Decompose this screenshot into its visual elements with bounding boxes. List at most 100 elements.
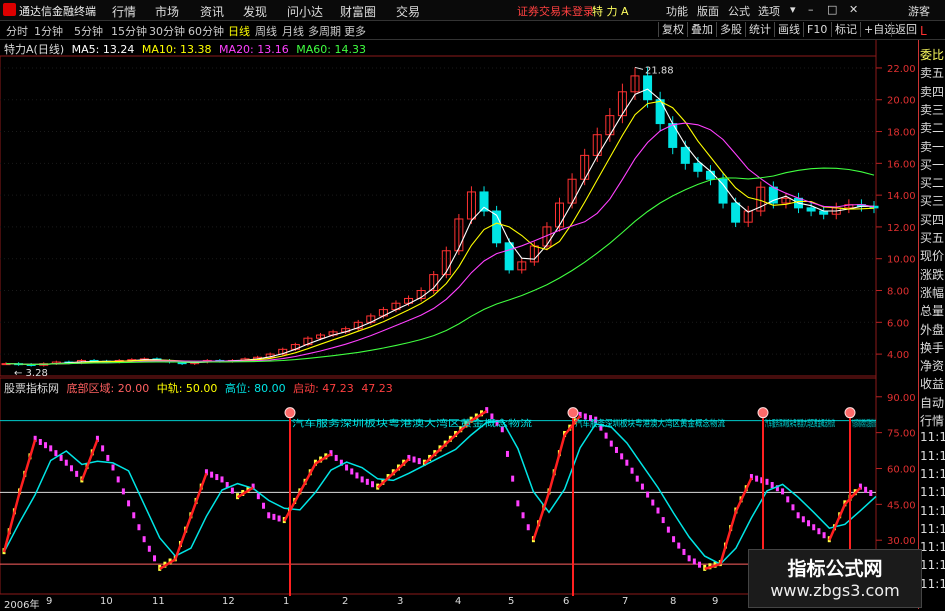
side-label[interactable]: 11:1 bbox=[920, 430, 945, 444]
side-label[interactable]: 净资 bbox=[920, 357, 945, 374]
close-icon[interactable]: ✕ bbox=[849, 3, 858, 16]
indicator-bar bbox=[661, 517, 665, 524]
side-label[interactable]: 涨幅 bbox=[920, 284, 945, 301]
indicator-bar bbox=[215, 474, 219, 481]
indicator-bar bbox=[417, 458, 421, 465]
indicator-bar bbox=[365, 478, 369, 485]
indicator-legend: 股票指标网 底部区域: 20.00 中轨: 50.00 高位: 80.00 启动… bbox=[4, 380, 397, 396]
indicator-bar bbox=[54, 450, 58, 457]
side-label[interactable]: 买三 bbox=[920, 192, 945, 209]
indicator-bar bbox=[75, 470, 79, 477]
side-label[interactable]: 卖三 bbox=[920, 101, 945, 118]
side-label[interactable]: 换手 bbox=[920, 339, 945, 356]
date-tick-label: 3 bbox=[397, 596, 404, 607]
side-label[interactable]: 卖四 bbox=[920, 83, 945, 100]
price-tick-label: 12.00 bbox=[887, 223, 916, 234]
menu-item-market[interactable]: 行情 bbox=[112, 3, 136, 20]
side-label[interactable]: 11:1 bbox=[920, 522, 945, 536]
watermark: 指标公式网 www.zbgs3.com bbox=[748, 549, 922, 608]
indicator-name[interactable]: 股票指标网 bbox=[4, 382, 59, 395]
period-15min[interactable]: 15分钟 bbox=[111, 23, 147, 39]
candle-body bbox=[693, 162, 703, 172]
side-label[interactable]: 11:1 bbox=[920, 449, 945, 463]
side-label[interactable]: 外盘 bbox=[920, 321, 945, 338]
side-label[interactable]: 买一 bbox=[920, 156, 945, 173]
side-label[interactable]: 收益 bbox=[920, 375, 945, 392]
menu-options[interactable]: 选项 bbox=[758, 3, 780, 19]
stock-period-label: 特力A(日线) bbox=[4, 43, 65, 56]
indicator-bar bbox=[765, 478, 769, 485]
candle-body bbox=[680, 146, 690, 164]
concept-label: 汽车服务深圳板块粤港澳大湾区黄金概念物流 bbox=[575, 418, 725, 430]
date-tick-label: 7 bbox=[622, 596, 629, 607]
toolbar-mark[interactable]: 标记 bbox=[831, 22, 860, 37]
indicator-bar bbox=[630, 467, 634, 474]
period-30min[interactable]: 30分钟 bbox=[149, 23, 185, 39]
low-price-annotation: ← 3.28 bbox=[14, 368, 48, 379]
toolbar-back[interactable]: 返回 bbox=[891, 22, 920, 37]
candle-body bbox=[705, 170, 715, 180]
chart-area[interactable]: 22.00 20.00 18.00 16.00 14.00 12.00 10.00 8.00 6… bbox=[0, 40, 918, 596]
side-label[interactable]: 11:1 bbox=[920, 485, 945, 499]
menu-item-ask[interactable]: 问小达 bbox=[287, 3, 323, 20]
menu-item-wealth[interactable]: 财富圈 bbox=[340, 3, 376, 20]
maximize-icon[interactable]: □ bbox=[827, 3, 837, 16]
menu-item-exchange[interactable]: 市场 bbox=[155, 3, 179, 20]
side-label[interactable]: 自动 bbox=[920, 394, 945, 411]
menu-item-trade[interactable]: 交易 bbox=[396, 3, 420, 20]
side-label[interactable]: 买四 bbox=[920, 211, 945, 228]
toolbar-f10[interactable]: F10 bbox=[803, 22, 830, 37]
menu-item-news[interactable]: 资讯 bbox=[200, 3, 224, 20]
side-label[interactable]: 买五 bbox=[920, 229, 945, 246]
indicator-start2: 47.23 bbox=[361, 382, 393, 395]
side-label[interactable]: 11:1 bbox=[920, 577, 945, 591]
ma-legend: 特力A(日线) MA5: 13.24 MA10: 13.38 MA20: 13.… bbox=[4, 41, 370, 56]
toolbar-overlay[interactable]: 叠加 bbox=[687, 22, 716, 37]
toolbar-draw[interactable]: 画线 bbox=[774, 22, 803, 37]
side-label[interactable]: 卖一 bbox=[920, 138, 945, 155]
indicator-bar bbox=[651, 499, 655, 506]
period-weekly[interactable]: 周线 bbox=[255, 23, 277, 39]
indicator-bar bbox=[521, 512, 525, 519]
start-signal-marker bbox=[757, 407, 769, 419]
minimize-icon[interactable]: ▾ bbox=[790, 3, 796, 16]
side-label[interactable]: 行情 bbox=[920, 412, 945, 429]
side-label[interactable]: 卖五 bbox=[920, 64, 945, 81]
side-label[interactable]: 委比 bbox=[920, 46, 945, 63]
restore-icon[interactable]: – bbox=[808, 3, 814, 16]
side-label[interactable]: 11:1 bbox=[920, 558, 945, 572]
period-5min[interactable]: 5分钟 bbox=[74, 23, 103, 39]
side-label[interactable]: 涨跌 bbox=[920, 266, 945, 283]
menu-item-discover[interactable]: 发现 bbox=[243, 3, 267, 20]
period-timeshare[interactable]: 分时 bbox=[6, 23, 28, 39]
login-notice[interactable]: 证券交易未登录 bbox=[517, 3, 594, 19]
period-60min[interactable]: 60分钟 bbox=[188, 23, 224, 39]
indicator-bar bbox=[64, 459, 68, 466]
side-label[interactable]: 现价 bbox=[920, 247, 945, 264]
menu-layout[interactable]: 版面 bbox=[697, 3, 719, 19]
menu-function[interactable]: 功能 bbox=[666, 3, 688, 19]
guest-label[interactable]: 游客 bbox=[908, 3, 930, 19]
toolbar-adjust[interactable]: 复权 bbox=[658, 22, 687, 37]
side-label[interactable]: 总量 bbox=[920, 302, 945, 319]
toolbar-stats[interactable]: 统计 bbox=[745, 22, 774, 37]
indicator-bar bbox=[121, 488, 125, 495]
side-label[interactable]: 11:1 bbox=[920, 540, 945, 554]
period-monthly[interactable]: 月线 bbox=[282, 23, 304, 39]
menu-formula[interactable]: 公式 bbox=[728, 3, 750, 19]
indicator-bar bbox=[822, 532, 826, 539]
period-more[interactable]: 更多 bbox=[344, 23, 366, 39]
period-daily[interactable]: 日线 bbox=[228, 23, 250, 39]
toolbar-multi-stock[interactable]: 多股 bbox=[716, 22, 745, 37]
side-label[interactable]: 11:1 bbox=[920, 504, 945, 518]
date-tick-label: 6 bbox=[563, 596, 570, 607]
period-multi[interactable]: 多周期 bbox=[308, 23, 341, 39]
side-label[interactable]: 卖二 bbox=[920, 119, 945, 136]
period-1min[interactable]: 1分钟 bbox=[34, 23, 63, 39]
price-tick-label: 22.00 bbox=[887, 64, 916, 75]
start-signal-marker bbox=[284, 407, 296, 419]
indicator-bar bbox=[609, 440, 613, 447]
candle-body bbox=[479, 191, 489, 212]
side-label[interactable]: 买二 bbox=[920, 174, 945, 191]
side-label[interactable]: 11:1 bbox=[920, 467, 945, 481]
